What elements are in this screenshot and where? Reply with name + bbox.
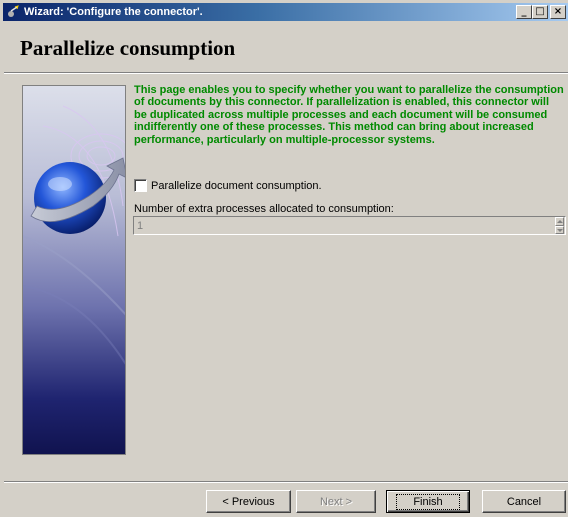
extra-processes-label: Number of extra processes allocated to c… (134, 203, 394, 215)
close-button[interactable]: × (550, 5, 566, 19)
extra-processes-stepper[interactable]: 1 (133, 216, 566, 235)
parallelize-option[interactable]: Parallelize document consumption. (134, 179, 322, 192)
previous-button[interactable]: < Previous (206, 490, 291, 513)
wizard-icon (6, 5, 20, 19)
page-title: Parallelize consumption (20, 36, 236, 60)
maximize-button[interactable]: □ (532, 5, 548, 19)
cancel-button-label: Cancel (506, 495, 542, 508)
parallelize-checkbox[interactable] (134, 179, 147, 192)
next-button-label: Next > (319, 495, 353, 508)
extra-processes-value[interactable]: 1 (134, 220, 555, 232)
stepper-arrows (555, 217, 564, 234)
window-controls: _ □ × (516, 5, 566, 19)
finish-button-label: Finish (396, 493, 460, 510)
window-title: Wizard: 'Configure the connector'. (24, 6, 203, 18)
parallelize-checkbox-label[interactable]: Parallelize document consumption. (151, 180, 322, 192)
wizard-window: Wizard: 'Configure the connector'. _ □ ×… (0, 0, 568, 517)
page-description: This page enables you to specify whether… (134, 84, 564, 146)
stepper-down-icon[interactable] (555, 225, 564, 234)
wizard-side-image (22, 85, 126, 455)
next-button[interactable]: Next > (296, 490, 376, 513)
footer-divider (4, 481, 568, 483)
finish-button[interactable]: Finish (386, 490, 470, 513)
title-bar[interactable]: Wizard: 'Configure the connector'. _ □ × (3, 3, 568, 21)
previous-button-label: < Previous (222, 495, 275, 508)
stepper-up-icon[interactable] (555, 217, 564, 226)
header-divider (4, 72, 568, 74)
minimize-button[interactable]: _ (516, 5, 532, 19)
cancel-button[interactable]: Cancel (482, 490, 566, 513)
